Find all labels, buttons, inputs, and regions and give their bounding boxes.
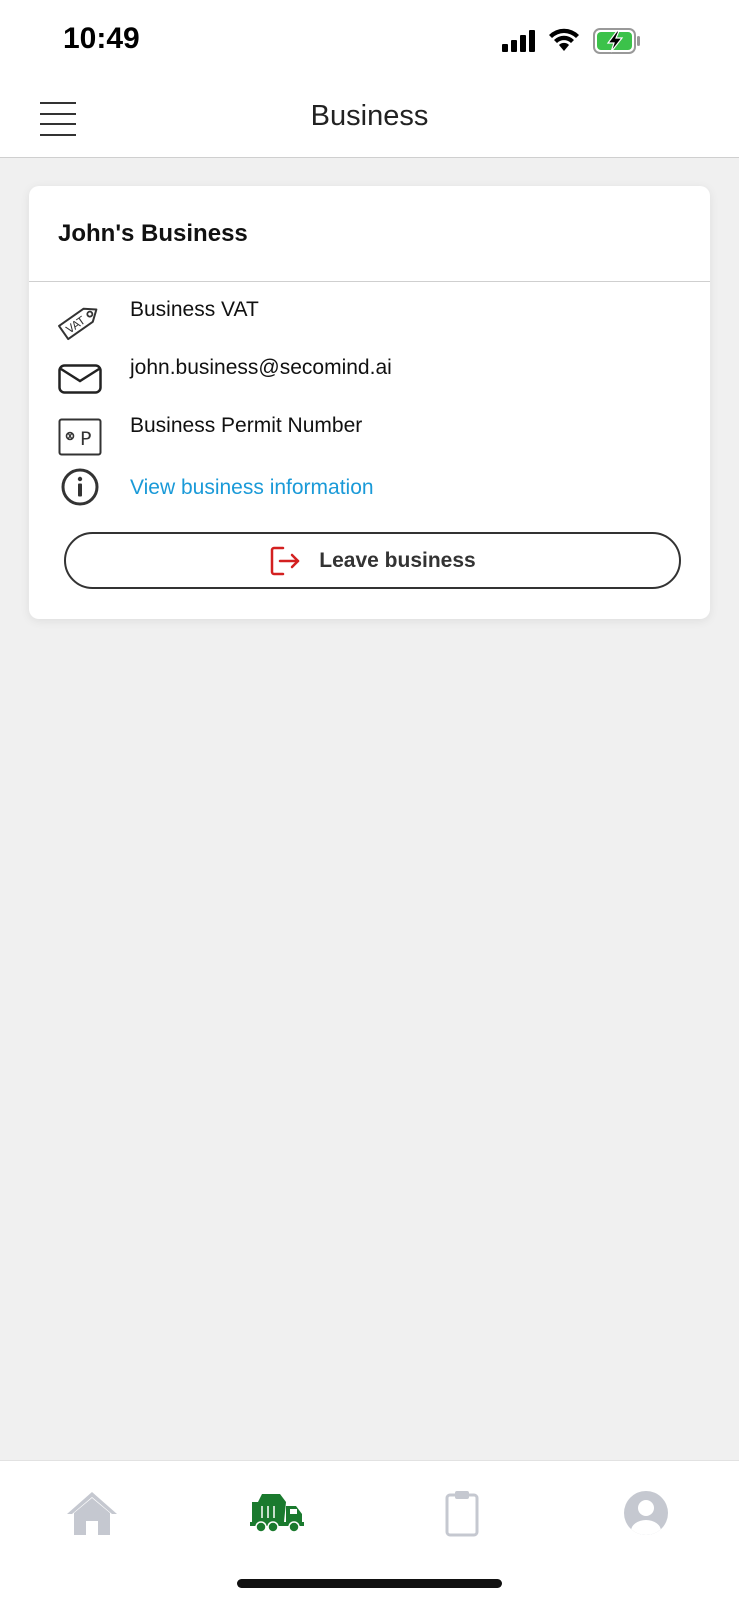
- nav-truck[interactable]: [248, 1485, 308, 1541]
- leave-business-label: Leave business: [319, 548, 476, 572]
- envelope-icon: [55, 354, 105, 404]
- exit-door-icon: [269, 545, 301, 577]
- home-icon: [67, 1492, 117, 1535]
- status-time: 10:49: [63, 22, 140, 55]
- clipboard-icon: [445, 1491, 479, 1537]
- info-icon: [55, 462, 105, 512]
- home-indicator: [237, 1579, 502, 1588]
- business-card: John's Business VAT Business VAT john.bu…: [29, 186, 710, 619]
- nav-clipboard[interactable]: [432, 1485, 492, 1541]
- business-email-text: john.business@secomind.ai: [130, 356, 392, 379]
- svg-text:VAT: VAT: [64, 314, 88, 336]
- business-name: John's Business: [58, 219, 248, 247]
- status-bar: 10:49: [0, 0, 739, 80]
- business-permit-label: Business Permit Number: [130, 414, 363, 437]
- nav-profile[interactable]: [616, 1485, 676, 1541]
- business-vat-label: Business VAT: [130, 298, 259, 321]
- business-permit-row: P Business Permit Number: [29, 412, 710, 462]
- leave-business-button[interactable]: Leave business: [64, 532, 681, 589]
- page-title: Business: [310, 100, 429, 132]
- svg-text:P: P: [80, 428, 91, 450]
- bottom-nav: [0, 1460, 739, 1600]
- card-header: John's Business: [29, 186, 710, 282]
- business-vat-row: VAT Business VAT: [29, 296, 710, 346]
- battery-charging-icon: [593, 28, 640, 54]
- permit-p-icon: P: [55, 412, 105, 462]
- truck-icon: [250, 1494, 304, 1533]
- nav-home[interactable]: [62, 1485, 122, 1541]
- view-info-row[interactable]: View business information: [29, 462, 710, 512]
- vat-tag-icon: VAT: [55, 296, 105, 346]
- signal-icon: [502, 30, 535, 52]
- wifi-icon: [549, 28, 579, 51]
- view-business-info-link[interactable]: View business information: [130, 476, 374, 500]
- app-header: Business: [0, 80, 739, 158]
- user-profile-icon: [624, 1491, 668, 1535]
- business-email-row: john.business@secomind.ai: [29, 354, 710, 404]
